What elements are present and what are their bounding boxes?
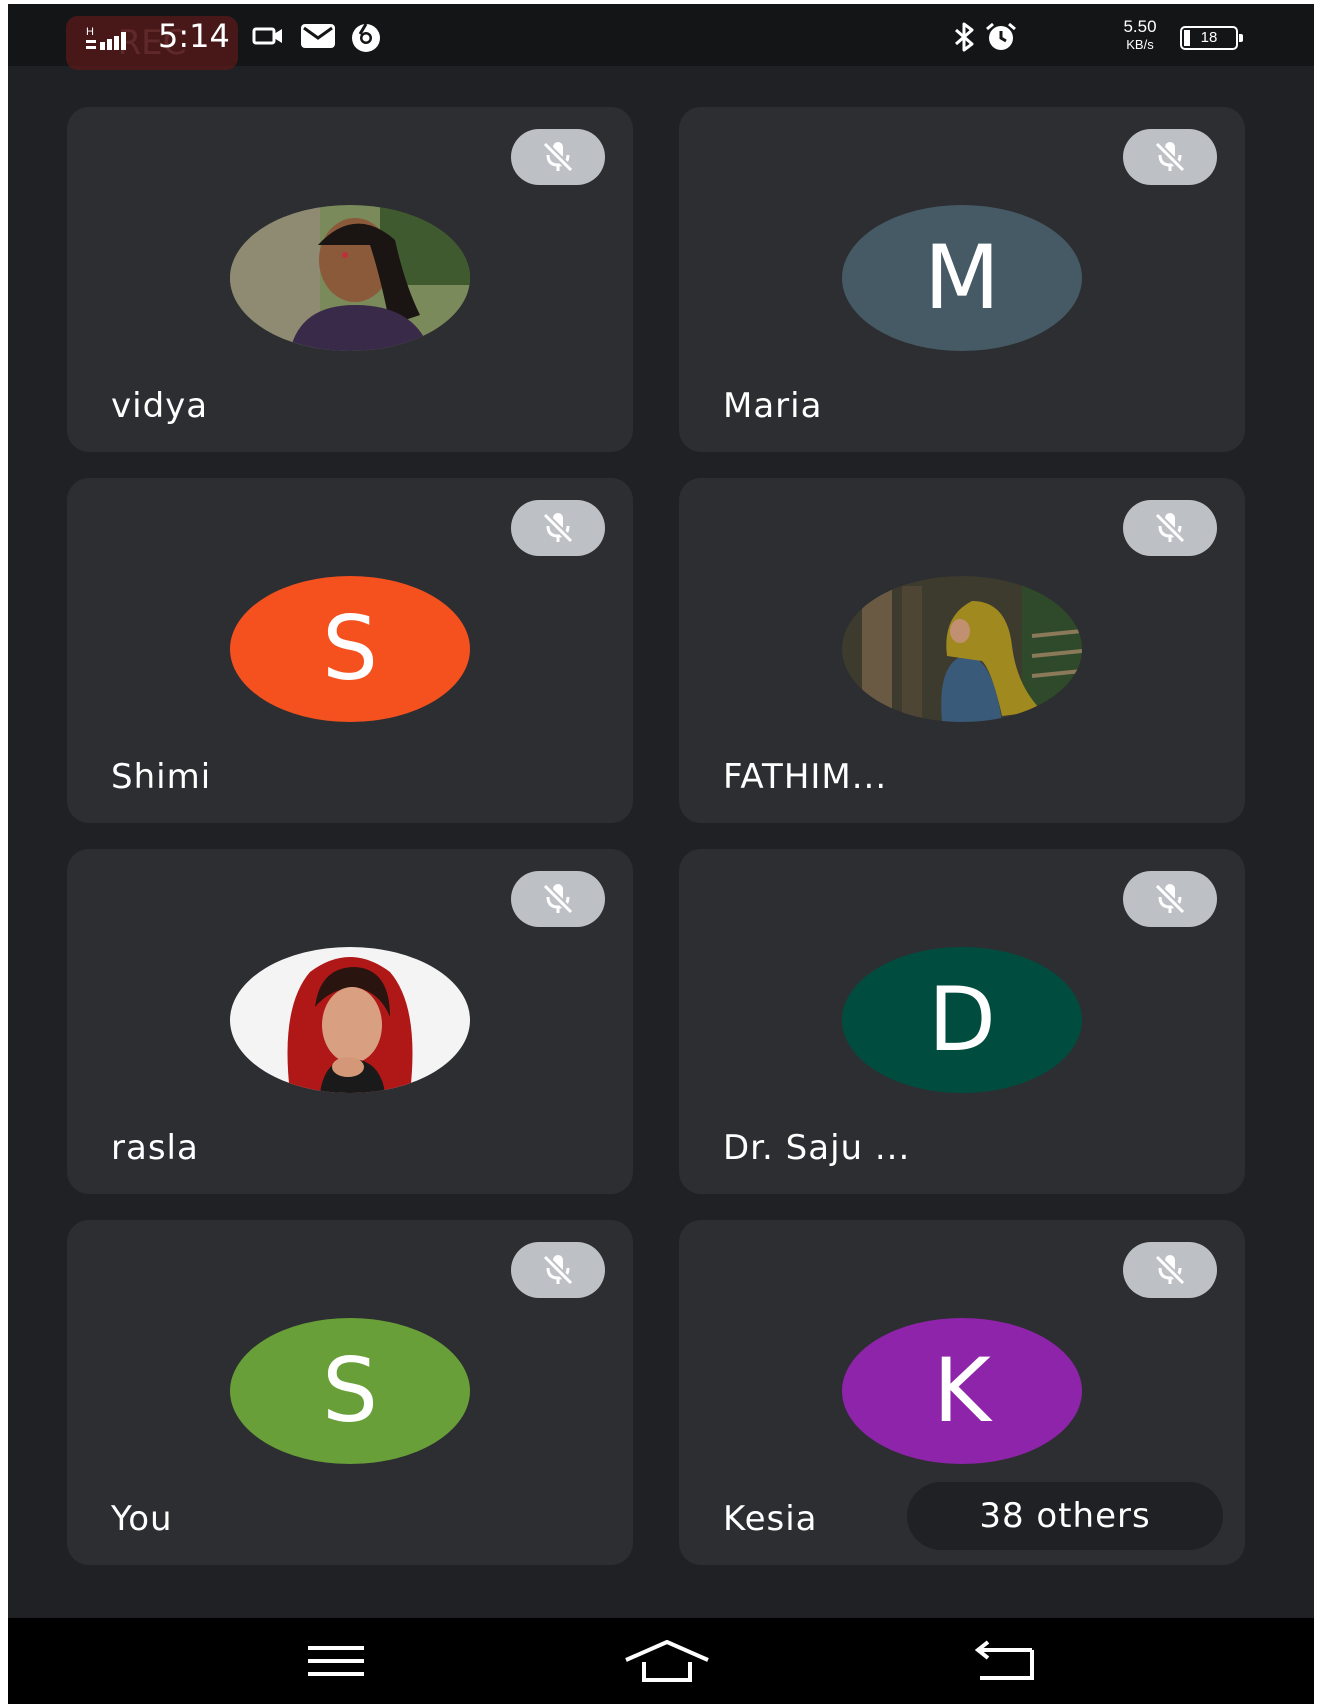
participant-tile[interactable]: M Maria: [679, 107, 1245, 452]
back-icon[interactable]: [970, 1636, 1040, 1686]
mic-off-icon: [511, 500, 605, 556]
meeting-screen: REC H 5:14 5.50 KB/s 18 vidya M Maria S …: [8, 4, 1314, 1704]
participant-name: Maria: [723, 386, 823, 426]
avatar-photo: [230, 947, 470, 1093]
mail-icon: [301, 24, 335, 48]
participant-tile[interactable]: rasla: [67, 849, 633, 1194]
participant-name: Kesia: [723, 1499, 818, 1539]
participant-name: FATHIM...: [723, 757, 888, 797]
avatar-initial: M: [842, 205, 1082, 351]
participant-tile[interactable]: vidya: [67, 107, 633, 452]
participant-name: rasla: [111, 1128, 199, 1168]
participant-tile[interactable]: S Shimi: [67, 478, 633, 823]
avatar-initial: K: [842, 1318, 1082, 1464]
mic-off-icon: [1123, 871, 1217, 927]
mic-off-icon: [1123, 1242, 1217, 1298]
participant-tile[interactable]: K Kesia 38 others: [679, 1220, 1245, 1565]
chrome-icon: [352, 23, 380, 52]
participant-name: Shimi: [111, 757, 212, 797]
video-camera-icon: [252, 27, 282, 45]
net-speed-value: 5.50: [1123, 17, 1157, 36]
participant-name: vidya: [111, 386, 209, 426]
battery-icon: 18: [1180, 26, 1243, 50]
mic-off-icon: [1123, 500, 1217, 556]
alarm-icon: [986, 22, 1016, 50]
battery-level: 18: [1200, 29, 1218, 46]
participant-tile[interactable]: D Dr. Saju ...: [679, 849, 1245, 1194]
avatar-initial: S: [230, 576, 470, 722]
mic-off-icon: [511, 871, 605, 927]
signal-icon: H: [86, 26, 126, 50]
mic-off-icon: [1123, 129, 1217, 185]
bluetooth-icon: [955, 22, 974, 52]
status-time: 5:14: [158, 17, 230, 55]
svg-text:H: H: [86, 26, 94, 38]
participant-tile[interactable]: FATHIM...: [679, 478, 1245, 823]
status-bar: REC H 5:14 5.50 KB/s 18: [8, 4, 1314, 70]
avatar-initial: D: [842, 947, 1082, 1093]
others-count-button[interactable]: 38 others: [907, 1482, 1223, 1550]
participant-name: Dr. Saju ...: [723, 1128, 911, 1168]
avatar-initial: S: [230, 1318, 470, 1464]
mic-off-icon: [511, 1242, 605, 1298]
menu-icon[interactable]: [304, 1636, 368, 1686]
avatar-photo: [842, 576, 1082, 722]
home-icon[interactable]: [622, 1636, 712, 1686]
mic-off-icon: [511, 129, 605, 185]
participant-tile-self[interactable]: S You: [67, 1220, 633, 1565]
net-speed-unit: KB/s: [1126, 37, 1154, 52]
net-speed: 5.50 KB/s: [1112, 18, 1168, 51]
participant-name: You: [111, 1499, 173, 1539]
avatar-photo: [230, 205, 470, 351]
navigation-bar: [8, 1618, 1314, 1704]
